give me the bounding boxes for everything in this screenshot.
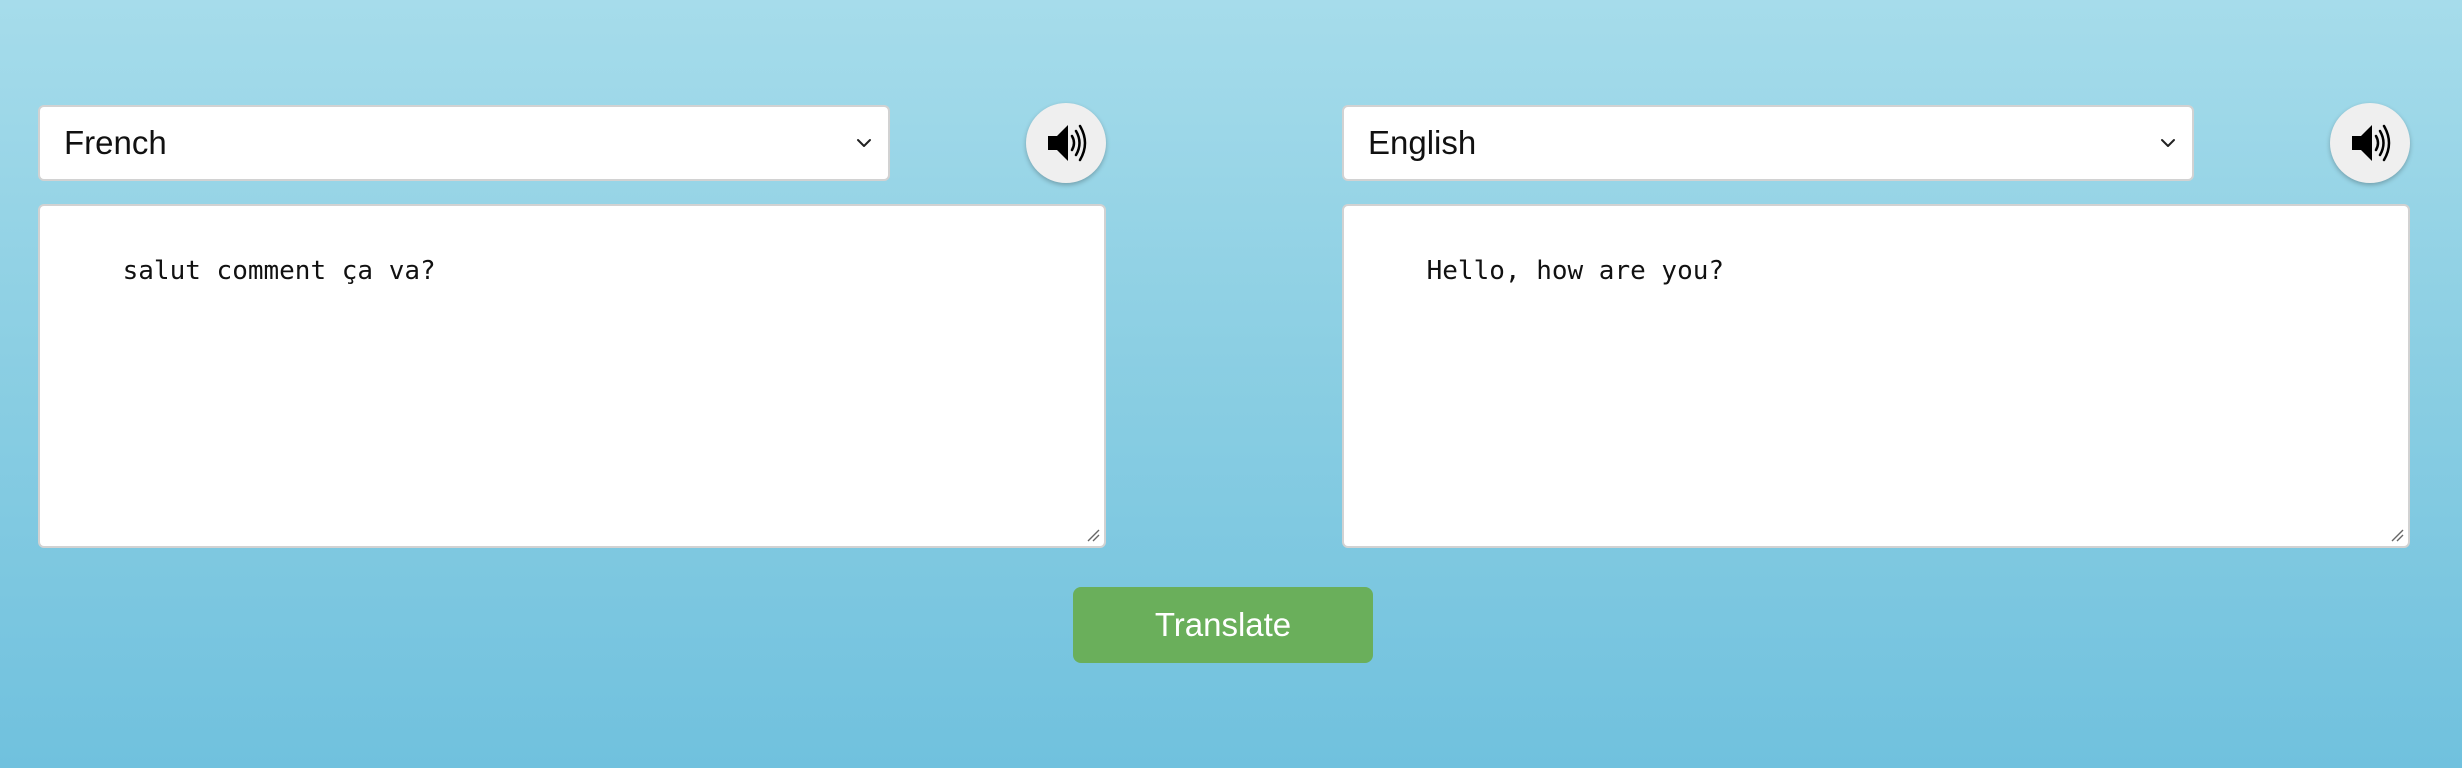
resize-handle-icon[interactable] bbox=[1086, 528, 1100, 542]
speaker-icon bbox=[2352, 124, 2391, 162]
target-text-output[interactable]: Hello, how are you? bbox=[1342, 204, 2410, 548]
translate-button[interactable]: Translate bbox=[1073, 587, 1373, 663]
source-panel: French salut comment ça va? bbox=[38, 0, 1106, 548]
target-panel: English Hello, how are you? bbox=[1342, 0, 2410, 548]
target-language-value: English bbox=[1368, 124, 1477, 161]
chevron-down-icon bbox=[857, 139, 871, 147]
target-speak-button[interactable] bbox=[2330, 103, 2410, 183]
source-language-select[interactable]: French bbox=[38, 105, 890, 181]
resize-handle-icon[interactable] bbox=[2390, 528, 2404, 542]
chevron-down-icon bbox=[2161, 139, 2175, 147]
source-language-value: French bbox=[64, 124, 167, 161]
target-language-select[interactable]: English bbox=[1342, 105, 2194, 181]
source-speak-button[interactable] bbox=[1026, 103, 1106, 183]
target-text-value: Hello, how are you? bbox=[1426, 256, 1725, 286]
source-text-input[interactable]: salut comment ça va? bbox=[38, 204, 1106, 548]
source-text-value: salut comment ça va? bbox=[122, 256, 436, 286]
speaker-icon bbox=[1048, 124, 1087, 162]
